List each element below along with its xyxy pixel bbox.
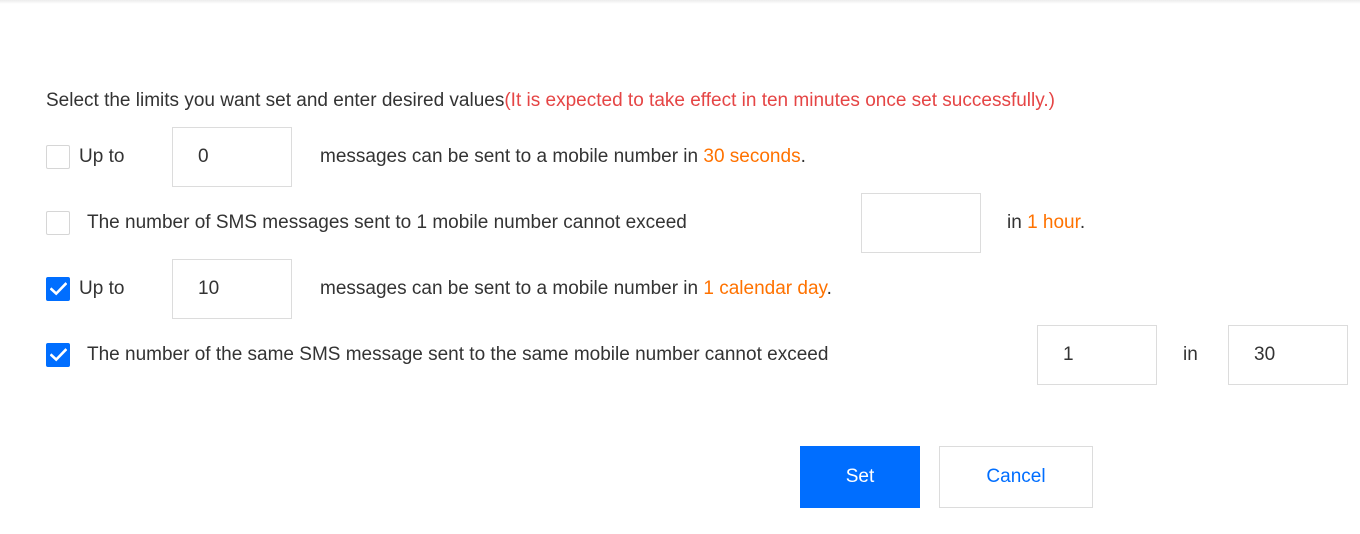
rule-3-checkbox[interactable] <box>46 277 70 301</box>
rule-3-end: . <box>826 278 832 299</box>
limit-rule-1-hour: The number of SMS messages sent to 1 mob… <box>46 193 1360 253</box>
rule-1-period: 30 seconds <box>703 146 801 167</box>
rule-1-count-input[interactable] <box>172 127 292 187</box>
rule-3-count-input[interactable] <box>172 259 292 319</box>
rule-4-count-input[interactable] <box>1037 325 1157 385</box>
rule-2-suffix-text: in <box>1007 212 1028 233</box>
rule-1-prefix: Up to <box>79 146 125 167</box>
rule-2-suffix: in 1 hour. <box>1007 210 1085 236</box>
checkmark-icon <box>50 282 67 296</box>
limit-rule-same-message: The number of the same SMS message sent … <box>46 325 1360 385</box>
rule-3-suffix-text: messages can be sent to a mobile number … <box>320 278 704 299</box>
rule-1-suffix-text: messages can be sent to a mobile number … <box>320 146 704 167</box>
instruction-text: Select the limits you want set and enter… <box>46 87 1055 115</box>
rule-2-prefix: The number of SMS messages sent to 1 mob… <box>87 212 687 233</box>
instruction-main: Select the limits you want set and enter… <box>46 90 505 111</box>
set-button[interactable]: Set <box>800 446 920 508</box>
instruction-note: (It is expected to take effect in ten mi… <box>504 90 1055 111</box>
checkmark-icon <box>50 348 67 362</box>
rule-4-middle: in <box>1183 344 1198 365</box>
dialog-top-edge <box>0 0 1360 4</box>
limit-rule-30-seconds: Up to messages can be sent to a mobile n… <box>46 127 1360 187</box>
rule-1-end: . <box>800 146 806 167</box>
rule-4-checkbox[interactable] <box>46 343 70 367</box>
rule-4-period-input[interactable] <box>1228 325 1348 385</box>
rule-2-end: . <box>1079 212 1086 233</box>
rule-1-checkbox[interactable] <box>46 145 70 169</box>
rule-2-period: 1 hour <box>1027 212 1080 233</box>
rule-2-count-input[interactable] <box>861 193 981 253</box>
rule-3-suffix: messages can be sent to a mobile number … <box>320 276 832 302</box>
rule-3-period: 1 calendar day <box>703 278 827 299</box>
rule-3-prefix: Up to <box>79 278 125 299</box>
rule-4-prefix: The number of the same SMS message sent … <box>87 344 829 365</box>
rule-2-checkbox[interactable] <box>46 211 70 235</box>
rule-1-suffix: messages can be sent to a mobile number … <box>320 144 806 170</box>
limit-rule-1-calendar-day: Up to messages can be sent to a mobile n… <box>46 259 1360 319</box>
cancel-button[interactable]: Cancel <box>939 446 1093 508</box>
